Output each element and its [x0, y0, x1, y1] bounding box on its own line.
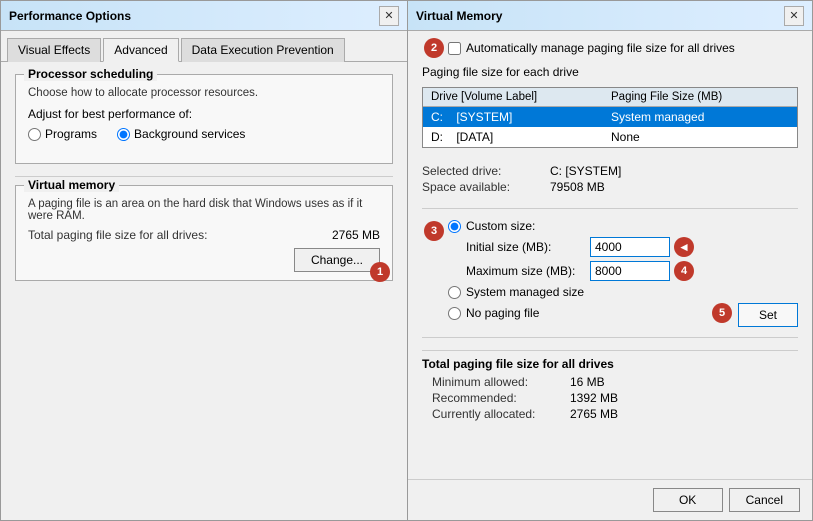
drive-table-header: Drive [Volume Label] Paging File Size (M…: [423, 88, 797, 107]
current-label: Currently allocated:: [432, 407, 562, 421]
programs-radio-option[interactable]: Programs: [28, 127, 97, 141]
ok-button[interactable]: OK: [653, 488, 723, 512]
current-value: 2765 MB: [570, 407, 798, 421]
performance-close-button[interactable]: ✕: [379, 6, 399, 26]
space-available-label: Space available:: [422, 180, 542, 194]
drive-d-info: D: [DATA]: [431, 130, 611, 144]
drive-d-letter: D:: [431, 130, 443, 144]
vmem-total-value: 2765 MB: [332, 228, 380, 242]
divider-1: [422, 208, 798, 209]
performance-radio-group: Programs Background services: [28, 127, 380, 141]
selected-drive-label: Selected drive:: [422, 164, 542, 178]
max-size-input[interactable]: [590, 261, 670, 281]
no-paging-radio[interactable]: [448, 307, 461, 320]
drive-header: Drive [Volume Label]: [431, 91, 611, 103]
vmem-desc: A paging file is an area on the hard dis…: [28, 198, 380, 222]
drive-d-label: [DATA]: [456, 130, 493, 144]
total-grid: Minimum allowed: 16 MB Recommended: 1392…: [432, 375, 798, 421]
recommended-value: 1392 MB: [570, 391, 798, 405]
separator: [15, 176, 393, 177]
drive-c-info: C: [SYSTEM]: [431, 110, 611, 124]
custom-size-radio-option: Custom size:: [448, 219, 798, 233]
paging-section-label: Paging file size for each drive: [422, 65, 798, 79]
virtual-memory-content: A paging file is an area on the hard dis…: [28, 198, 380, 272]
processor-scheduling-group: Processor scheduling Choose how to alloc…: [15, 74, 393, 164]
adjust-label: Adjust for best performance of:: [28, 107, 380, 121]
custom-size-radio[interactable]: [448, 220, 461, 233]
system-managed-option: System managed size: [448, 285, 798, 299]
badge-3: 3: [424, 221, 444, 241]
minimum-value: 16 MB: [570, 375, 798, 389]
custom-size-label: Custom size:: [466, 219, 535, 233]
drive-c-letter: C:: [431, 110, 443, 124]
initial-size-label: Initial size (MB):: [466, 240, 586, 254]
auto-manage-row: 2 Automatically manage paging file size …: [448, 41, 798, 55]
no-paging-label: No paging file: [466, 306, 539, 320]
vm-title: Virtual Memory: [416, 9, 502, 23]
background-services-radio-option[interactable]: Background services: [117, 127, 245, 141]
initial-size-input[interactable]: [590, 237, 670, 257]
tab-advanced[interactable]: Advanced: [103, 38, 178, 62]
vm-content: 2 Automatically manage paging file size …: [408, 31, 812, 479]
space-available-value: 79508 MB: [550, 180, 798, 194]
vmem-total-row: Total paging file size for all drives: 2…: [28, 228, 380, 242]
processor-scheduling-title: Processor scheduling: [24, 67, 157, 81]
max-size-inputs-container: Maximum size (MB): 4: [466, 261, 798, 281]
performance-content: Processor scheduling Choose how to alloc…: [1, 62, 407, 520]
processor-scheduling-desc: Choose how to allocate processor resourc…: [28, 87, 380, 99]
virtual-memory-window: Virtual Memory ✕ 2 Automatically manage …: [408, 0, 813, 521]
change-button[interactable]: Change...: [294, 248, 380, 272]
virtual-memory-title: Virtual memory: [24, 178, 119, 192]
change-btn-row: Change... 1: [28, 248, 380, 272]
drive-row-c[interactable]: C: [SYSTEM] System managed: [423, 107, 797, 127]
programs-label: Programs: [45, 127, 97, 141]
auto-manage-checkbox[interactable]: [448, 42, 461, 55]
performance-options-window: Performance Options ✕ Visual Effects Adv…: [0, 0, 408, 521]
background-services-label: Background services: [134, 127, 245, 141]
badge-1: 1: [370, 262, 390, 282]
drive-row-d[interactable]: D: [DATA] None: [423, 127, 797, 147]
performance-title: Performance Options: [9, 9, 131, 23]
cancel-button[interactable]: Cancel: [729, 488, 800, 512]
badge-2: 2: [424, 38, 444, 58]
system-managed-radio[interactable]: [448, 286, 461, 299]
virtual-memory-group: Virtual memory A paging file is an area …: [15, 185, 393, 281]
system-managed-label: System managed size: [466, 285, 584, 299]
tab-visual-effects[interactable]: Visual Effects: [7, 38, 101, 62]
badge-4: 4: [674, 261, 694, 281]
vm-footer: OK Cancel: [408, 479, 812, 520]
set-btn-row: No paging file 5 Set: [448, 303, 798, 327]
background-services-radio[interactable]: [117, 128, 130, 141]
processor-scheduling-content: Choose how to allocate processor resourc…: [28, 87, 380, 141]
drive-d-size: None: [611, 130, 789, 144]
minimum-label: Minimum allowed:: [432, 375, 562, 389]
total-section-title: Total paging file size for all drives: [422, 357, 798, 371]
programs-radio[interactable]: [28, 128, 41, 141]
size-inputs-container: Initial size (MB): ◄: [466, 237, 798, 257]
drive-c-label: [SYSTEM]: [456, 110, 512, 124]
auto-manage-label[interactable]: Automatically manage paging file size fo…: [466, 41, 735, 55]
selected-drive-value: C: [SYSTEM]: [550, 164, 798, 178]
set-button[interactable]: Set: [738, 303, 798, 327]
max-size-label: Maximum size (MB):: [466, 264, 586, 278]
vm-close-button[interactable]: ✕: [784, 6, 804, 26]
selected-drive-info: Selected drive: C: [SYSTEM] Space availa…: [422, 164, 798, 194]
drive-c-size: System managed: [611, 110, 789, 124]
custom-size-section: 3 Custom size: Initial size (MB): ◄ Maxi…: [448, 219, 798, 327]
arrow-badge-initial: ◄: [674, 237, 694, 257]
performance-title-bar: Performance Options ✕: [1, 1, 407, 31]
size-header: Paging File Size (MB): [611, 91, 789, 103]
drive-table: Drive [Volume Label] Paging File Size (M…: [422, 87, 798, 148]
divider-2: [422, 337, 798, 338]
badge-5: 5: [712, 303, 732, 323]
tabs-container: Visual Effects Advanced Data Execution P…: [1, 31, 407, 62]
no-paging-option: No paging file: [448, 303, 712, 323]
total-section: Total paging file size for all drives Mi…: [422, 350, 798, 421]
vm-title-bar: Virtual Memory ✕: [408, 1, 812, 31]
tab-dep[interactable]: Data Execution Prevention: [181, 38, 345, 62]
vmem-total-label: Total paging file size for all drives:: [28, 228, 207, 242]
recommended-label: Recommended:: [432, 391, 562, 405]
